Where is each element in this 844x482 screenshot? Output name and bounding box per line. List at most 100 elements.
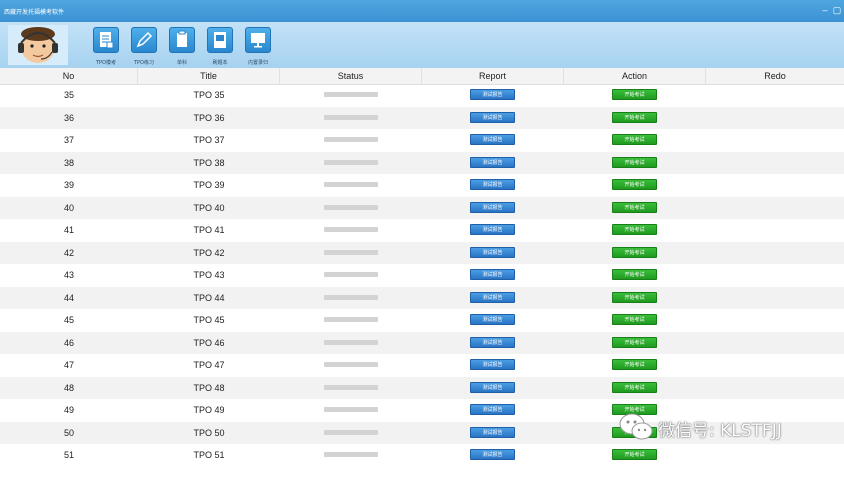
test-report-button[interactable]: 测试报告 xyxy=(470,449,515,460)
table-row: 37 TPO 37 测试报告 开始考试 xyxy=(0,129,844,152)
start-exam-button[interactable]: 开始考试 xyxy=(612,449,657,460)
table-row: 47 TPO 47 测试报告 开始考试 xyxy=(0,354,844,377)
row-redo xyxy=(706,197,844,220)
row-status-bar xyxy=(324,452,378,457)
toolbar-tpo-mock-button[interactable]: TPO模考 xyxy=(88,25,124,66)
test-report-button[interactable]: 测试报告 xyxy=(470,314,515,325)
start-exam-button[interactable]: 开始考试 xyxy=(612,111,657,123)
row-title: TPO 37 xyxy=(193,135,225,145)
start-exam-button[interactable]: 开始考试 xyxy=(612,156,657,168)
test-report-button[interactable]: 测试报告 xyxy=(470,269,515,280)
toolbar-single-subject-button[interactable]: 单科 xyxy=(164,25,200,66)
row-status-bar xyxy=(324,294,378,300)
row-title: TPO 41 xyxy=(193,225,225,235)
clipboard-icon xyxy=(169,27,195,53)
test-paper-icon xyxy=(93,27,119,53)
row-status-bar xyxy=(324,317,378,322)
wechat-icon xyxy=(619,413,653,440)
row-redo xyxy=(706,84,844,107)
row-no: 43 xyxy=(63,270,74,280)
test-report-button[interactable]: 测试报告 xyxy=(470,89,515,100)
row-status-bar xyxy=(324,159,378,165)
toolbar-tpo-practice-button[interactable]: TPO练习 xyxy=(126,25,162,66)
row-redo xyxy=(706,129,844,152)
row-title: TPO 44 xyxy=(193,292,225,303)
toolbar-notebook-button[interactable]: 刷题本 xyxy=(202,25,238,66)
start-exam-button[interactable]: 开始考试 xyxy=(612,359,657,370)
column-header-title[interactable]: Title xyxy=(138,68,280,84)
test-report-button[interactable]: 测试报告 xyxy=(470,404,515,415)
table-row: 48 TPO 48 测试报告 开始考试 xyxy=(0,376,844,400)
toolbar: TPO模考 TPO练习 单科 刷题本 内置录归 xyxy=(0,22,844,68)
restore-button[interactable]: ▢ xyxy=(832,4,842,16)
row-no: 37 xyxy=(63,135,74,145)
monitor-icon xyxy=(245,27,271,53)
test-report-button[interactable]: 测试报告 xyxy=(470,224,515,235)
row-title: TPO 46 xyxy=(193,337,225,348)
row-redo xyxy=(706,152,844,175)
row-no: 40 xyxy=(63,202,74,213)
start-exam-button[interactable]: 开始考试 xyxy=(612,291,657,303)
row-no: 51 xyxy=(63,450,74,460)
row-status-bar xyxy=(324,407,378,412)
test-report-button[interactable]: 测试报告 xyxy=(470,426,515,438)
test-report-button[interactable]: 测试报告 xyxy=(470,179,515,190)
row-no: 46 xyxy=(63,337,74,348)
row-status-bar xyxy=(324,272,378,277)
row-redo xyxy=(706,332,844,355)
column-header-redo[interactable]: Redo xyxy=(706,68,844,84)
test-report-button[interactable]: 测试报告 xyxy=(470,111,515,123)
toolbar-label: TPO练习 xyxy=(133,60,154,66)
row-redo xyxy=(706,377,844,400)
row-no: 38 xyxy=(63,157,74,168)
row-redo xyxy=(706,309,844,332)
row-title: TPO 36 xyxy=(193,112,225,123)
start-exam-button[interactable]: 开始考试 xyxy=(612,224,657,235)
test-report-button[interactable]: 测试报告 xyxy=(470,291,515,303)
table-row: 35 TPO 35 测试报告 开始考试 xyxy=(0,84,844,107)
minimize-button[interactable]: – xyxy=(820,4,830,16)
start-exam-button[interactable]: 开始考试 xyxy=(612,381,657,393)
table-row: 45 TPO 45 测试报告 开始考试 xyxy=(0,309,844,332)
notebook-icon xyxy=(207,27,233,53)
start-exam-button[interactable]: 开始考试 xyxy=(612,269,657,280)
test-report-button[interactable]: 测试报告 xyxy=(470,381,515,393)
start-exam-button[interactable]: 开始考试 xyxy=(612,134,657,145)
table-row: 36 TPO 36 测试报告 开始考试 xyxy=(0,106,844,130)
row-redo xyxy=(706,444,844,467)
column-header-no[interactable]: No xyxy=(0,68,138,84)
table-row: 41 TPO 41 测试报告 开始考试 xyxy=(0,219,844,242)
test-report-button[interactable]: 测试报告 xyxy=(470,156,515,168)
test-report-button[interactable]: 测试报告 xyxy=(470,134,515,145)
row-redo xyxy=(706,354,844,377)
row-title: TPO 48 xyxy=(193,382,225,393)
row-title: TPO 42 xyxy=(193,247,225,258)
table-header: No Title Status Report Action Redo xyxy=(0,68,844,85)
start-exam-button[interactable]: 开始考试 xyxy=(612,179,657,190)
row-no: 45 xyxy=(63,315,74,325)
table-row: 39 TPO 39 测试报告 开始考试 xyxy=(0,174,844,197)
column-header-status[interactable]: Status xyxy=(280,68,422,84)
avatar xyxy=(8,25,68,65)
table-body: 35 TPO 35 测试报告 开始考试 36 TPO 36 测试报告 开始考试 37 TPO 37… xyxy=(0,84,844,467)
row-title: TPO 43 xyxy=(193,270,225,280)
start-exam-button[interactable]: 开始考试 xyxy=(612,89,657,100)
row-title: TPO 40 xyxy=(193,202,225,213)
test-report-button[interactable]: 测试报告 xyxy=(470,201,515,213)
row-title: TPO 39 xyxy=(193,180,225,190)
test-report-button[interactable]: 测试报告 xyxy=(470,246,515,258)
toolbar-label: 刷题本 xyxy=(212,60,228,66)
start-exam-button[interactable]: 开始考试 xyxy=(612,246,657,258)
row-title: TPO 45 xyxy=(193,315,225,325)
test-report-button[interactable]: 测试报告 xyxy=(470,336,515,348)
test-report-button[interactable]: 测试报告 xyxy=(470,359,515,370)
start-exam-button[interactable]: 开始考试 xyxy=(612,336,657,348)
toolbar-builtin-record-button[interactable]: 内置录归 xyxy=(240,25,276,66)
row-redo xyxy=(706,107,844,130)
start-exam-button[interactable]: 开始考试 xyxy=(612,201,657,213)
row-no: 44 xyxy=(63,292,74,303)
row-no: 41 xyxy=(63,225,74,235)
column-header-report[interactable]: Report xyxy=(422,68,564,84)
start-exam-button[interactable]: 开始考试 xyxy=(612,314,657,325)
column-header-action[interactable]: Action xyxy=(564,68,706,84)
